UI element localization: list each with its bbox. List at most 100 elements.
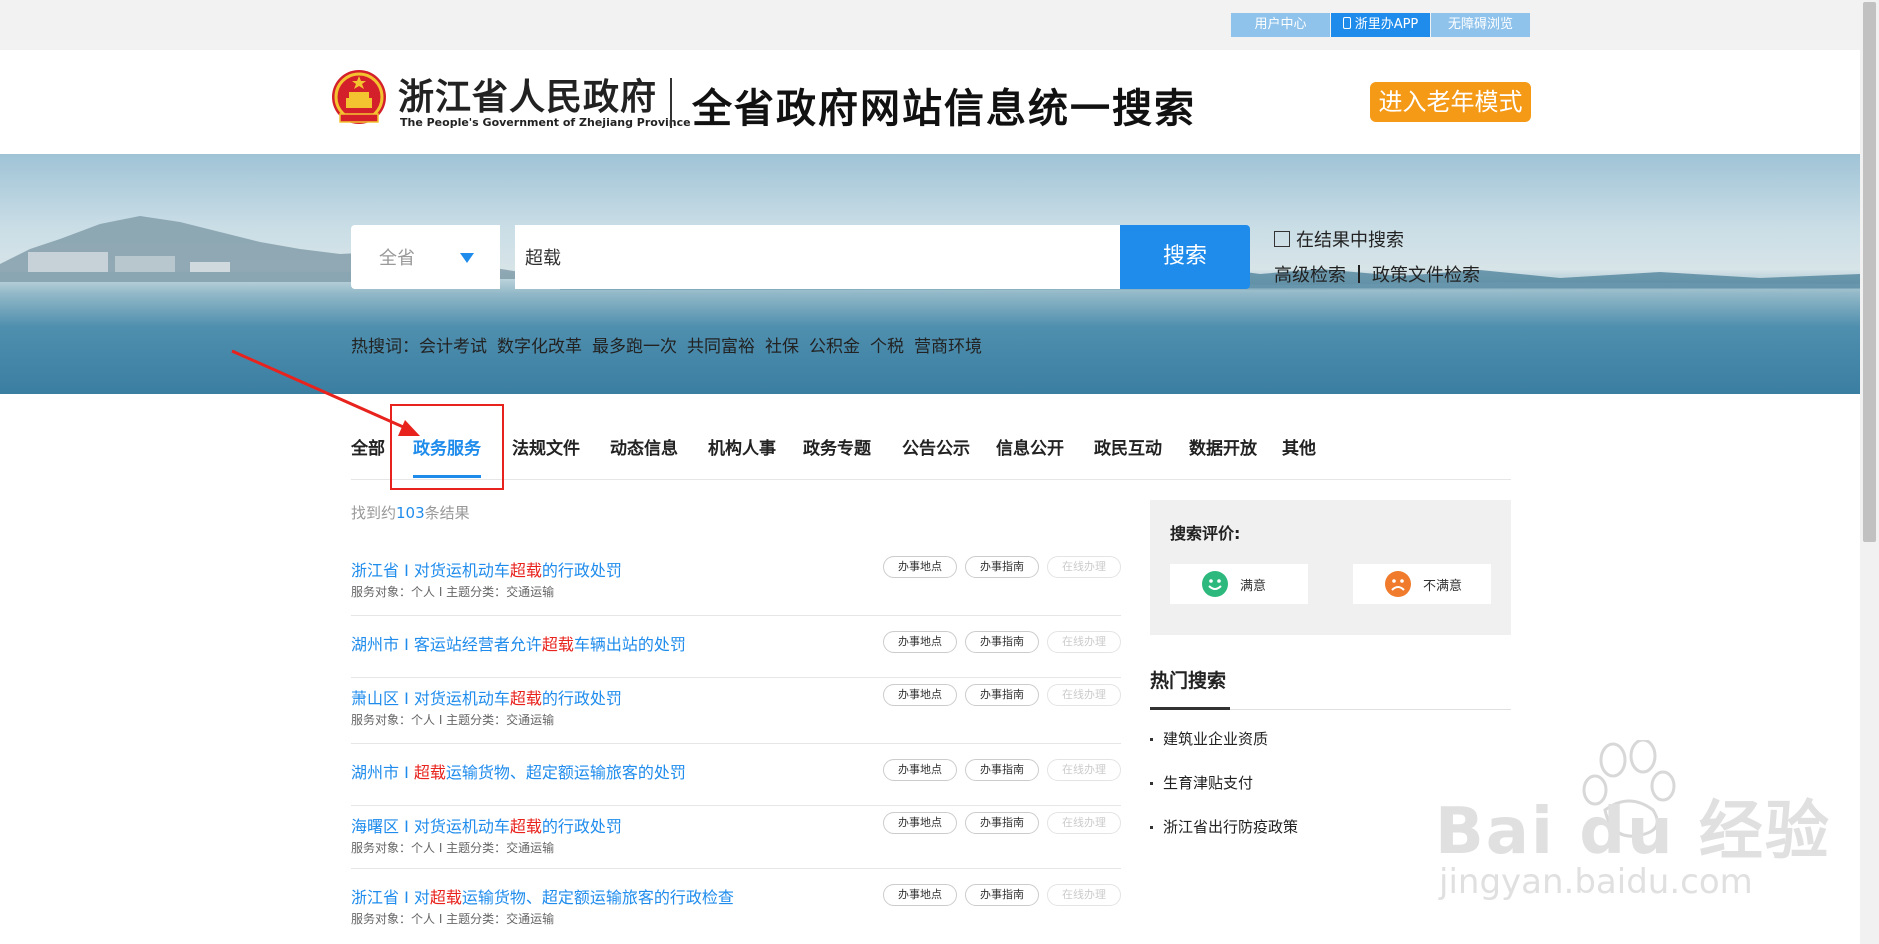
hot-search-item-label: 浙江省出行防疫政策 <box>1163 818 1299 836</box>
location-button[interactable]: 办事地点 <box>883 812 957 834</box>
tab-personnel[interactable]: 机构人事 <box>708 434 776 459</box>
hot-search-title: 热门搜索 <box>1150 670 1227 692</box>
location-button[interactable]: 办事地点 <box>883 631 957 653</box>
result-title-highlight: 超载 <box>541 635 574 654</box>
result-title-text: 浙江省 I 对 <box>351 888 430 907</box>
hot-search-item[interactable]: 生育津贴支付 <box>1150 772 1253 793</box>
online-apply-button[interactable]: 在线办理 <box>1047 812 1121 834</box>
online-apply-button[interactable]: 在线办理 <box>1047 759 1121 781</box>
result-meta: 服务对象：个人 I 主题分类：交通运输 <box>351 713 555 727</box>
result-title-highlight: 超载 <box>509 561 542 580</box>
hot-word[interactable]: 共同富裕 <box>687 332 755 357</box>
result-title[interactable]: 浙江省 I 对货运机动车超载的行政处罚 <box>351 557 622 581</box>
tab-announcements[interactable]: 公告公示 <box>902 434 970 459</box>
result-actions: 办事地点 办事指南 在线办理 <box>875 812 1121 834</box>
result-title-text: 车辆出站的处罚 <box>573 635 686 654</box>
page-title: 全省政府网站信息统一搜索 <box>692 85 1196 132</box>
guide-button[interactable]: 办事指南 <box>965 631 1039 653</box>
scrollbar-thumb[interactable] <box>1863 2 1876 542</box>
result-meta: 服务对象：个人 I 主题分类：交通运输 <box>351 841 555 855</box>
location-button[interactable]: 办事地点 <box>883 884 957 906</box>
elder-mode-button[interactable]: 进入老年模式 <box>1370 82 1531 122</box>
annotation-highlight-box <box>390 404 504 490</box>
result-item: 海曙区 I 对货运机动车超载的行政处罚 服务对象：个人 I 主题分类：交通运输 … <box>351 806 1121 869</box>
result-count-suffix: 条结果 <box>424 504 470 522</box>
site-name: 浙江省人民政府 <box>398 76 658 118</box>
page: 用户中心 浙里办APP 无障碍浏览 浙江省人民政府 The People's G… <box>0 0 1879 944</box>
hot-word[interactable]: 营商环境 <box>914 332 982 357</box>
guide-button[interactable]: 办事指南 <box>965 812 1039 834</box>
bullet-icon <box>1150 826 1153 829</box>
result-title-highlight: 超载 <box>429 888 462 907</box>
zheliban-app-link[interactable]: 浙里办APP <box>1331 13 1430 37</box>
result-title-highlight: 超载 <box>509 689 542 708</box>
guide-button[interactable]: 办事指南 <box>965 759 1039 781</box>
scope-value: 全省 <box>379 248 415 269</box>
tab-interaction[interactable]: 政民互动 <box>1094 434 1162 459</box>
location-button[interactable]: 办事地点 <box>883 759 957 781</box>
hot-search-item[interactable]: 浙江省出行防疫政策 <box>1150 816 1298 837</box>
search-in-result-checkbox[interactable]: 在结果中搜索 <box>1274 226 1404 252</box>
result-item: 浙江省 I 对货运机动车超载的行政处罚 服务对象：个人 I 主题分类：交通运输 … <box>351 550 1121 616</box>
tab-all[interactable]: 全部 <box>351 434 385 459</box>
location-button[interactable]: 办事地点 <box>883 684 957 706</box>
result-actions: 办事地点 办事指南 在线办理 <box>875 759 1121 781</box>
search-input[interactable] <box>515 225 1120 289</box>
tab-news[interactable]: 动态信息 <box>610 434 678 459</box>
frown-icon <box>1385 571 1411 597</box>
tab-disclosure[interactable]: 信息公开 <box>996 434 1064 459</box>
online-apply-button[interactable]: 在线办理 <box>1047 884 1121 906</box>
zheliban-app-label: 浙里办APP <box>1354 17 1419 32</box>
link-divider <box>1358 265 1360 283</box>
result-item: 湖州市 I 超载运输货物、超定额运输旅客的处罚 办事地点 办事指南 在线办理 <box>351 744 1121 806</box>
guide-button[interactable]: 办事指南 <box>965 884 1039 906</box>
result-actions: 办事地点 办事指南 在线办理 <box>875 631 1121 653</box>
result-actions: 办事地点 办事指南 在线办理 <box>875 556 1121 578</box>
advanced-links: 高级检索 政策文件检索 <box>1274 261 1480 287</box>
result-title[interactable]: 萧山区 I 对货运机动车超载的行政处罚 <box>351 685 622 709</box>
scrollbar[interactable] <box>1860 0 1879 944</box>
result-title[interactable]: 湖州市 I 超载运输货物、超定额运输旅客的处罚 <box>351 759 686 783</box>
hot-word[interactable]: 最多跑一次 <box>592 332 677 357</box>
online-apply-button[interactable]: 在线办理 <box>1047 556 1121 578</box>
advanced-search-link[interactable]: 高级检索 <box>1274 261 1346 287</box>
result-title[interactable]: 海曙区 I 对货运机动车超载的行政处罚 <box>351 813 622 837</box>
satisfied-button[interactable]: 满意 <box>1170 564 1308 604</box>
guide-button[interactable]: 办事指南 <box>965 556 1039 578</box>
search-button[interactable]: 搜索 <box>1120 225 1250 289</box>
hot-word[interactable]: 会计考试 <box>419 332 487 357</box>
tab-topics[interactable]: 政务专题 <box>803 434 871 459</box>
unsatisfied-label: 不满意 <box>1423 578 1463 594</box>
accessibility-link[interactable]: 无障碍浏览 <box>1431 13 1530 37</box>
unsatisfied-button[interactable]: 不满意 <box>1353 564 1491 604</box>
result-title-text: 的行政处罚 <box>541 561 622 580</box>
result-title[interactable]: 浙江省 I 对超载运输货物、超定额运输旅客的行政检查 <box>351 884 734 908</box>
tab-other[interactable]: 其他 <box>1282 434 1316 459</box>
hot-search-item[interactable]: 建筑业企业资质 <box>1150 728 1268 749</box>
tab-regulations[interactable]: 法规文件 <box>512 434 580 459</box>
bullet-icon <box>1150 738 1153 741</box>
hot-search-underline <box>1150 707 1230 710</box>
result-count: 找到约103条结果 <box>351 502 470 523</box>
result-actions: 办事地点 办事指南 在线办理 <box>875 684 1121 706</box>
hot-word[interactable]: 公积金 <box>809 332 860 357</box>
result-title-text: 海曙区 I 对货运机动车 <box>351 817 510 836</box>
result-title[interactable]: 湖州市 I 客运站经营者允许超载车辆出站的处罚 <box>351 631 686 655</box>
hot-word[interactable]: 数字化改革 <box>497 332 582 357</box>
tab-open-data[interactable]: 数据开放 <box>1189 434 1257 459</box>
result-title-text: 的行政处罚 <box>541 817 622 836</box>
hot-word[interactable]: 社保 <box>765 332 799 357</box>
result-item: 萧山区 I 对货运机动车超载的行政处罚 服务对象：个人 I 主题分类：交通运输 … <box>351 678 1121 744</box>
online-apply-button[interactable]: 在线办理 <box>1047 631 1121 653</box>
baidu-watermark: Bai du 经验 jingyan.baidu.com <box>1435 738 1829 934</box>
bullet-icon <box>1150 782 1153 785</box>
scope-select[interactable]: 全省 <box>351 225 500 289</box>
result-meta: 服务对象：个人 I 主题分类：交通运输 <box>351 585 555 599</box>
user-center-link[interactable]: 用户中心 <box>1231 13 1330 37</box>
guide-button[interactable]: 办事指南 <box>965 684 1039 706</box>
online-apply-button[interactable]: 在线办理 <box>1047 684 1121 706</box>
policy-search-link[interactable]: 政策文件检索 <box>1372 261 1480 287</box>
location-button[interactable]: 办事地点 <box>883 556 957 578</box>
category-tabs: 全部 政务服务 法规文件 动态信息 机构人事 政务专题 公告公示 信息公开 政民… <box>351 434 1511 480</box>
hot-word[interactable]: 个税 <box>870 332 904 357</box>
